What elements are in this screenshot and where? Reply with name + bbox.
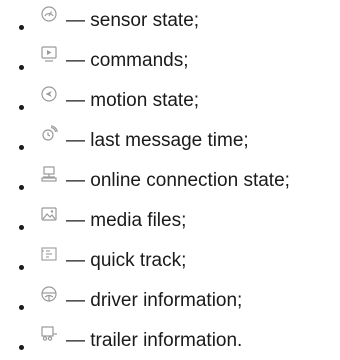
legend-item-sensor-state: — sensor state; (0, 0, 340, 40)
legend-label: — commands; (66, 50, 189, 71)
bullet (19, 185, 24, 190)
bullet (19, 265, 24, 270)
legend-item-media-files: — media files; (0, 200, 340, 240)
network-computer-icon (40, 165, 58, 183)
image-icon (40, 205, 58, 223)
legend-label: — online connection state; (66, 170, 290, 191)
legend-label: — quick track; (66, 250, 187, 271)
legend-label: — media files; (66, 210, 187, 231)
steering-wheel-icon (40, 285, 58, 303)
bullet (19, 25, 24, 30)
legend-label: — motion state; (66, 90, 200, 111)
legend-item-motion-state: — motion state; (0, 80, 340, 120)
legend-item-trailer-information: — trailer information. (0, 320, 340, 360)
trailer-icon (40, 325, 58, 343)
legend-label: — last message time; (66, 130, 249, 151)
track-grid-icon (40, 245, 58, 263)
signal-clock-icon (40, 125, 58, 143)
legend-item-online-connection: — online connection state; (0, 160, 340, 200)
bullet (19, 345, 24, 350)
play-monitor-icon (40, 45, 58, 63)
bullet (19, 145, 24, 150)
bullet (19, 305, 24, 310)
legend-item-commands: — commands; (0, 40, 340, 80)
motion-arrow-icon (40, 85, 58, 103)
legend-label: — trailer information. (66, 330, 243, 351)
gauge-icon (40, 5, 58, 23)
bullet (19, 225, 24, 230)
legend-label: — driver information; (66, 290, 243, 311)
legend-item-quick-track: — quick track; (0, 240, 340, 280)
bullet (19, 105, 24, 110)
bullet (19, 65, 24, 70)
icon-legend-list: — sensor state; — commands; — motion sta… (0, 0, 340, 360)
legend-item-last-message-time: — last message time; (0, 120, 340, 160)
legend-label: — sensor state; (66, 10, 200, 31)
legend-item-driver-information: — driver information; (0, 280, 340, 320)
